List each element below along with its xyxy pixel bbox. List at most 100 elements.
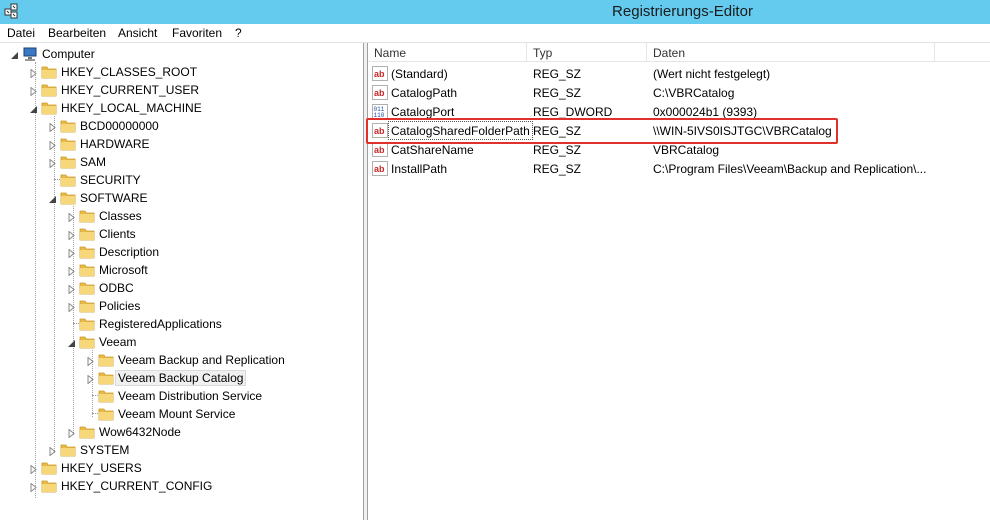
expanded-arrow-icon[interactable] (48, 193, 57, 203)
tree-item-label: Policies (99, 299, 141, 313)
tree-item-label: Clients (99, 227, 136, 241)
value-name: CatShareName (391, 143, 474, 157)
collapsed-arrow-icon[interactable] (67, 283, 76, 295)
collapsed-arrow-icon[interactable] (29, 481, 38, 493)
menu-bar: Datei Bearbeiten Ansicht Favoriten ? (0, 24, 990, 43)
tree-item-description[interactable]: Description (0, 243, 360, 261)
tree-item-hkey-current-config[interactable]: HKEY_CURRENT_CONFIG (0, 477, 360, 495)
column-header-name[interactable]: Name (368, 43, 527, 62)
tree-item-computer[interactable]: Computer (0, 45, 360, 63)
folder-icon (98, 352, 114, 368)
column-header-type[interactable]: Typ (527, 43, 647, 62)
folder-icon (79, 244, 95, 260)
folder-icon (79, 424, 95, 440)
tree-item-label: Description (99, 245, 160, 259)
expanded-arrow-icon[interactable] (67, 337, 76, 347)
tree-item-classes[interactable]: Classes (0, 207, 360, 225)
tree-item-veeam-mount-service[interactable]: Veeam Mount Service (0, 405, 360, 423)
folder-icon (41, 82, 57, 98)
folder-icon (98, 406, 114, 422)
tree-item-system[interactable]: SYSTEM (0, 441, 360, 459)
collapsed-arrow-icon[interactable] (86, 355, 95, 367)
tree-item-veeam-backup-and-replication[interactable]: Veeam Backup and Replication (0, 351, 360, 369)
tree-item-hkey-users[interactable]: HKEY_USERS (0, 459, 360, 477)
collapsed-arrow-icon[interactable] (29, 463, 38, 475)
menu-bearbeiten[interactable]: Bearbeiten (44, 25, 110, 41)
collapsed-arrow-icon[interactable] (67, 229, 76, 241)
folder-icon (79, 298, 95, 314)
tree-item-label: Microsoft (99, 263, 148, 277)
value-type: REG_SZ (533, 143, 582, 157)
value-data: C:\VBRCatalog (653, 86, 735, 100)
tree-item-label: SECURITY (80, 173, 141, 187)
collapsed-arrow-icon[interactable] (67, 265, 76, 277)
collapsed-arrow-icon[interactable] (48, 121, 57, 133)
tree-item-label: BCD00000000 (80, 119, 159, 133)
folder-icon (60, 190, 76, 206)
computer-icon (22, 46, 38, 62)
tree-item-microsoft[interactable]: Microsoft (0, 261, 360, 279)
collapsed-arrow-icon[interactable] (67, 301, 76, 313)
value-data: 0x000024b1 (9393) (653, 105, 758, 119)
dword-value-icon: 011 110 (372, 104, 388, 119)
tree-item-software[interactable]: SOFTWARE (0, 189, 360, 207)
tree-item-registered-applications[interactable]: RegisteredApplications (0, 315, 360, 333)
tree-item-label: HKEY_CURRENT_USER (61, 83, 200, 97)
collapsed-arrow-icon[interactable] (48, 445, 57, 457)
tree-item-wow6432node[interactable]: Wow6432Node (0, 423, 360, 441)
menu-favoriten[interactable]: Favoriten (168, 25, 226, 41)
title-bar: Registrierungs-Editor (0, 0, 990, 24)
folder-icon (79, 208, 95, 224)
tree-item-label: HKEY_LOCAL_MACHINE (61, 101, 202, 115)
folder-icon (60, 118, 76, 134)
tree-item-clients[interactable]: Clients (0, 225, 360, 243)
tree-item-bcd[interactable]: BCD00000000 (0, 117, 360, 135)
folder-icon (41, 460, 57, 476)
list-header: Name Typ Daten (368, 43, 990, 62)
tree-item-label: RegisteredApplications (99, 317, 222, 331)
folder-icon (79, 334, 95, 350)
expanded-arrow-icon[interactable] (29, 103, 38, 113)
tree-item-hkey-current-user[interactable]: HKEY_CURRENT_USER (0, 81, 360, 99)
folder-icon (79, 226, 95, 242)
tree-item-hardware[interactable]: HARDWARE (0, 135, 360, 153)
collapsed-arrow-icon[interactable] (67, 211, 76, 223)
tree-item-hkey-classes-root[interactable]: HKEY_CLASSES_ROOT (0, 63, 360, 81)
folder-icon (60, 154, 76, 170)
collapsed-arrow-icon[interactable] (29, 67, 38, 79)
tree-item-veeam-distribution-service[interactable]: Veeam Distribution Service (0, 387, 360, 405)
tree-item-veeam[interactable]: Veeam (0, 333, 360, 351)
menu-datei[interactable]: Datei (3, 25, 39, 41)
collapsed-arrow-icon[interactable] (67, 427, 76, 439)
value-data: VBRCatalog (653, 143, 720, 157)
tree-item-label: Wow6432Node (99, 425, 181, 439)
tree-item-sam[interactable]: SAM (0, 153, 360, 171)
tree-item-label: Veeam Backup and Replication (118, 353, 285, 367)
tree-item-hkey-local-machine[interactable]: HKEY_LOCAL_MACHINE (0, 99, 360, 117)
tree-item-label: ODBC (99, 281, 134, 295)
tree-item-odbc[interactable]: ODBC (0, 279, 360, 297)
collapsed-arrow-icon[interactable] (48, 139, 57, 151)
collapsed-arrow-icon[interactable] (29, 85, 38, 97)
value-row[interactable]: ab CatalogPath REG_SZ C:\VBRCatalog (368, 83, 990, 102)
column-header-data[interactable]: Daten (647, 43, 935, 62)
highlight-annotation (366, 118, 838, 144)
value-name: CatalogPath (391, 86, 458, 100)
value-list[interactable]: Name Typ Daten ab (Standard) REG_SZ (Wert n… (368, 43, 990, 520)
tree-item-security[interactable]: SECURITY (0, 171, 360, 189)
expanded-arrow-icon[interactable] (10, 49, 19, 59)
menu-help[interactable]: ? (231, 25, 246, 41)
value-row[interactable]: ab (Standard) REG_SZ (Wert nicht festgelegt… (368, 64, 990, 83)
value-row[interactable]: ab InstallPath REG_SZ C:\Program Files\Veea… (368, 159, 990, 178)
value-name: InstallPath (391, 162, 448, 176)
key-tree[interactable]: Computer HKEY_CLASSES_ROOT HKEY_CURRENT_US… (0, 43, 364, 520)
collapsed-arrow-icon[interactable] (67, 247, 76, 259)
tree-item-label: HARDWARE (80, 137, 150, 151)
tree-item-label: Veeam Backup Catalog (114, 370, 247, 386)
menu-ansicht[interactable]: Ansicht (114, 25, 161, 41)
tree-item-policies[interactable]: Policies (0, 297, 360, 315)
tree-item-veeam-backup-catalog[interactable]: Veeam Backup Catalog (0, 369, 360, 387)
folder-icon (79, 280, 95, 296)
collapsed-arrow-icon[interactable] (48, 157, 57, 169)
collapsed-arrow-icon[interactable] (86, 373, 95, 385)
